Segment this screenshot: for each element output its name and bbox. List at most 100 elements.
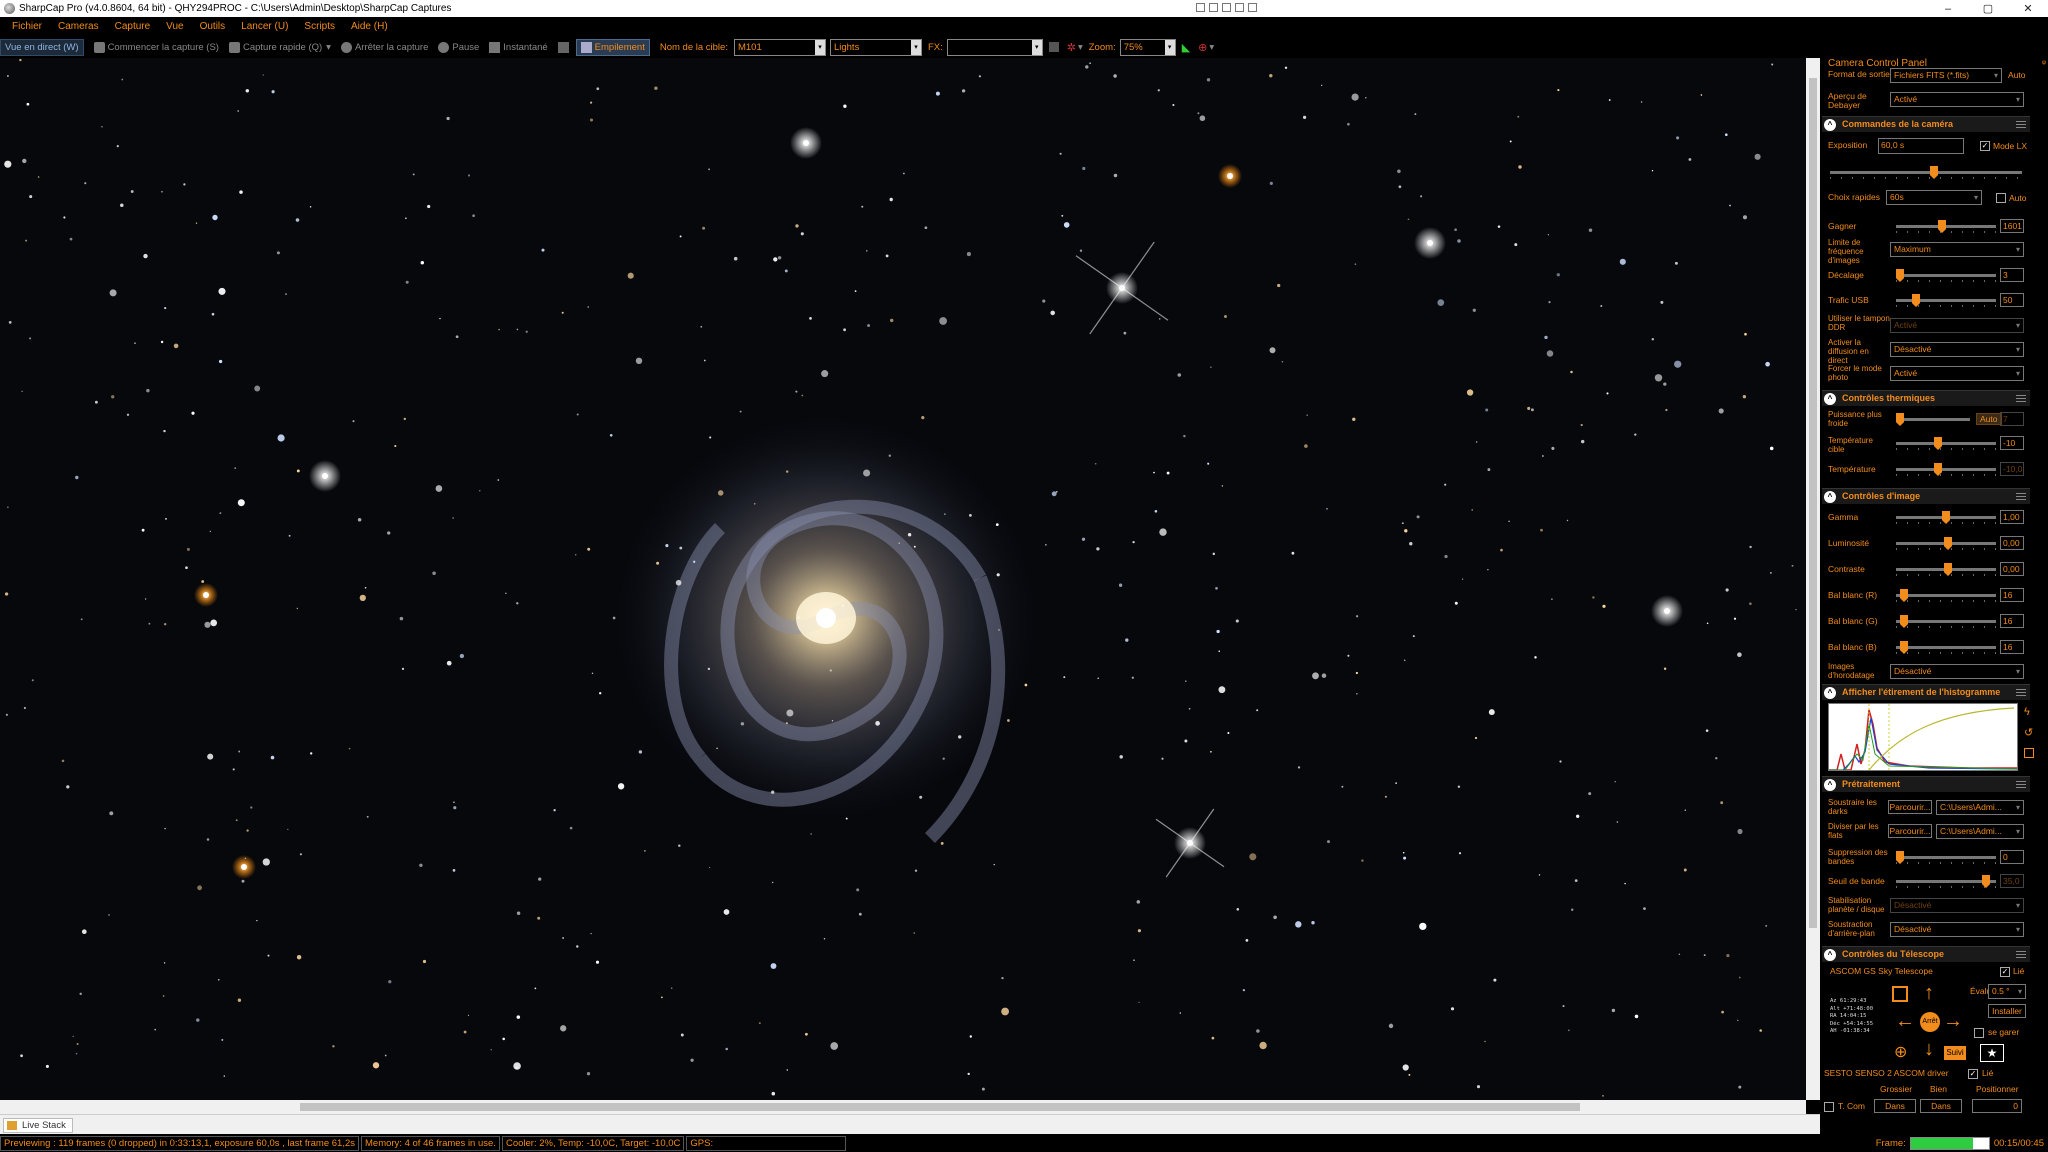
wb-r-input[interactable]: 16	[2000, 588, 2024, 602]
chevron-up-icon[interactable]: ^	[1824, 779, 1836, 791]
extra-tool-button[interactable]	[557, 41, 572, 53]
crosshair-icon[interactable]: ⊕	[1894, 1042, 1907, 1062]
wb-b-input[interactable]: 16	[2000, 640, 2024, 654]
arrow-down-icon[interactable]: ↓	[1918, 1038, 1940, 1060]
menu-icon[interactable]	[2016, 951, 2026, 958]
chevron-up-icon[interactable]: ^	[1824, 393, 1836, 405]
zoom-select[interactable]: 75% ▾	[1119, 38, 1176, 56]
menu-icon[interactable]	[2016, 689, 2026, 696]
brightness-input[interactable]: 0,00	[2000, 536, 2024, 550]
cooler-power-slider[interactable]	[1896, 413, 1970, 427]
menu-vue[interactable]: Vue	[166, 21, 183, 32]
menu-outils[interactable]: Outils	[200, 21, 226, 32]
target-frame-icon[interactable]	[1892, 986, 1908, 1002]
wb-r-slider[interactable]	[1896, 589, 1996, 603]
live-view-button[interactable]: Vue en direct (W)	[0, 38, 84, 56]
grid-icon[interactable]	[1048, 42, 1059, 52]
menu-icon[interactable]	[2016, 121, 2026, 128]
brightness-slider[interactable]	[1896, 537, 1996, 551]
chevron-up-icon[interactable]: ^	[1824, 687, 1836, 699]
offset-slider[interactable]	[1896, 269, 1996, 283]
output-auto-button[interactable]: Auto	[2008, 70, 2026, 80]
band-threshold-input[interactable]: 35,0	[2000, 874, 2024, 888]
live-image-view[interactable]	[0, 58, 1806, 1100]
wb-g-slider[interactable]	[1896, 615, 1996, 629]
gain-input[interactable]: 1601	[2000, 219, 2024, 233]
menu-capture[interactable]: Capture	[115, 21, 151, 32]
debayer-select[interactable]: Activé ▾	[1890, 92, 2024, 107]
tcomp-checkbox[interactable]	[1824, 1102, 1834, 1112]
flats-path-select[interactable]: C:\Users\Admi... ▾	[1936, 824, 2024, 839]
quick-capture-button[interactable]: Capture rapide (Q) ▾	[228, 41, 331, 53]
reset-icon[interactable]: ↺	[2024, 726, 2033, 739]
temperature-slider[interactable]	[1896, 463, 1996, 477]
chevron-down-icon[interactable]: ▾	[1078, 42, 1083, 53]
framerate-select[interactable]: Maximum ▾	[1890, 242, 2024, 257]
menu-icon[interactable]	[2016, 493, 2026, 500]
menu-scripts[interactable]: Scripts	[304, 21, 335, 32]
lightning-icon[interactable]: ϟ	[2024, 706, 2030, 718]
cooler-power-input[interactable]: 7	[2000, 412, 2024, 426]
scroll-thumb[interactable]	[1809, 78, 1817, 928]
ddr-select[interactable]: Activé ▾	[1890, 318, 2024, 333]
focus-in-coarse-button[interactable]: Dans	[1874, 1099, 1916, 1113]
exposure-input[interactable]: 60,0 s	[1878, 138, 1964, 154]
usb-slider[interactable]	[1896, 294, 1996, 308]
chevron-up-icon[interactable]: ^	[1824, 949, 1836, 961]
stabilize-select[interactable]: Désactivé ▾	[1890, 898, 2024, 913]
scroll-thumb[interactable]	[300, 1103, 1580, 1111]
chevron-up-icon[interactable]: ^	[1824, 491, 1836, 503]
minimize-button[interactable]: –	[1928, 3, 1968, 15]
save-icon[interactable]	[2024, 748, 2034, 758]
install-button[interactable]: Installer	[1988, 1004, 2026, 1018]
background-select[interactable]: Désactivé ▾	[1890, 922, 2024, 937]
section-histogram[interactable]: ^ Afficher l'étirement de l'histogramme	[1822, 684, 2030, 700]
target-temp-input[interactable]: -10	[2000, 436, 2024, 450]
banding-slider[interactable]	[1896, 851, 1996, 865]
menu-icon[interactable]	[2016, 781, 2026, 788]
frame-type-select[interactable]: Lights ▾	[829, 38, 922, 56]
star-button[interactable]: ★	[1980, 1044, 2004, 1062]
cooler-auto-button[interactable]: Auto	[1976, 413, 2002, 425]
auto-exposure-checkbox[interactable]	[1996, 193, 2006, 203]
target-temp-slider[interactable]	[1896, 437, 1996, 451]
contrast-input[interactable]: 0,00	[2000, 562, 2024, 576]
reticle-icon[interactable]: ✲	[1067, 41, 1076, 54]
arrow-right-icon[interactable]: →	[1942, 1010, 1964, 1032]
focus-position-input[interactable]: 0	[1972, 1099, 2022, 1113]
chevron-down-icon[interactable]: ▾	[1164, 39, 1175, 55]
chevron-down-icon[interactable]: ▾	[1209, 42, 1214, 53]
title-tools[interactable]	[1196, 3, 1257, 12]
park-checkbox[interactable]	[1974, 1028, 1984, 1038]
gamma-slider[interactable]	[1896, 511, 1996, 525]
pin-icon[interactable]: ᵠ	[2042, 58, 2046, 68]
vertical-scrollbar[interactable]	[1806, 58, 1820, 1100]
exposure-slider[interactable]	[1830, 166, 2022, 180]
chevron-up-icon[interactable]: ^	[1824, 119, 1836, 131]
darks-path-select[interactable]: C:\Users\Admi... ▾	[1936, 800, 2024, 815]
stop-mount-button[interactable]: Arrêt	[1920, 1012, 1940, 1032]
arrow-up-icon[interactable]: ↑	[1918, 982, 1940, 1004]
histogram-chart[interactable]	[1828, 703, 2018, 771]
section-preprocess[interactable]: ^ Prétraitement	[1822, 776, 2030, 792]
offset-input[interactable]: 3	[2000, 268, 2024, 282]
chevron-down-icon[interactable]: ▾	[1031, 39, 1042, 55]
snapshot-button[interactable]: Instantané	[489, 41, 548, 53]
stop-capture-button[interactable]: Arrêter la capture	[340, 41, 428, 53]
timestamp-select[interactable]: Désactivé ▾	[1890, 664, 2024, 679]
banding-input[interactable]: 0	[2000, 850, 2024, 864]
tab-live-stack[interactable]: Live Stack	[3, 1118, 73, 1133]
horizontal-scrollbar[interactable]	[0, 1100, 1806, 1114]
gain-slider[interactable]	[1896, 220, 1996, 234]
magnifier-icon[interactable]: ⊕	[1198, 41, 1207, 54]
chevron-down-icon[interactable]: ▾	[814, 39, 825, 55]
menu-aide[interactable]: Aide (H)	[351, 21, 388, 32]
focus-in-fine-button[interactable]: Dans	[1920, 1099, 1962, 1113]
close-button[interactable]: ✕	[2008, 2, 2048, 15]
start-capture-button[interactable]: Commencer la capture (S)	[93, 41, 219, 53]
output-format-select[interactable]: Fichiers FITS (*.fits) ▾	[1890, 68, 2002, 83]
menu-icon[interactable]	[2016, 395, 2026, 402]
fx-select[interactable]: ▾	[946, 38, 1043, 56]
stacking-button[interactable]: Empilement	[575, 38, 650, 56]
section-camera[interactable]: ^ Commandes de la caméra	[1822, 116, 2030, 132]
